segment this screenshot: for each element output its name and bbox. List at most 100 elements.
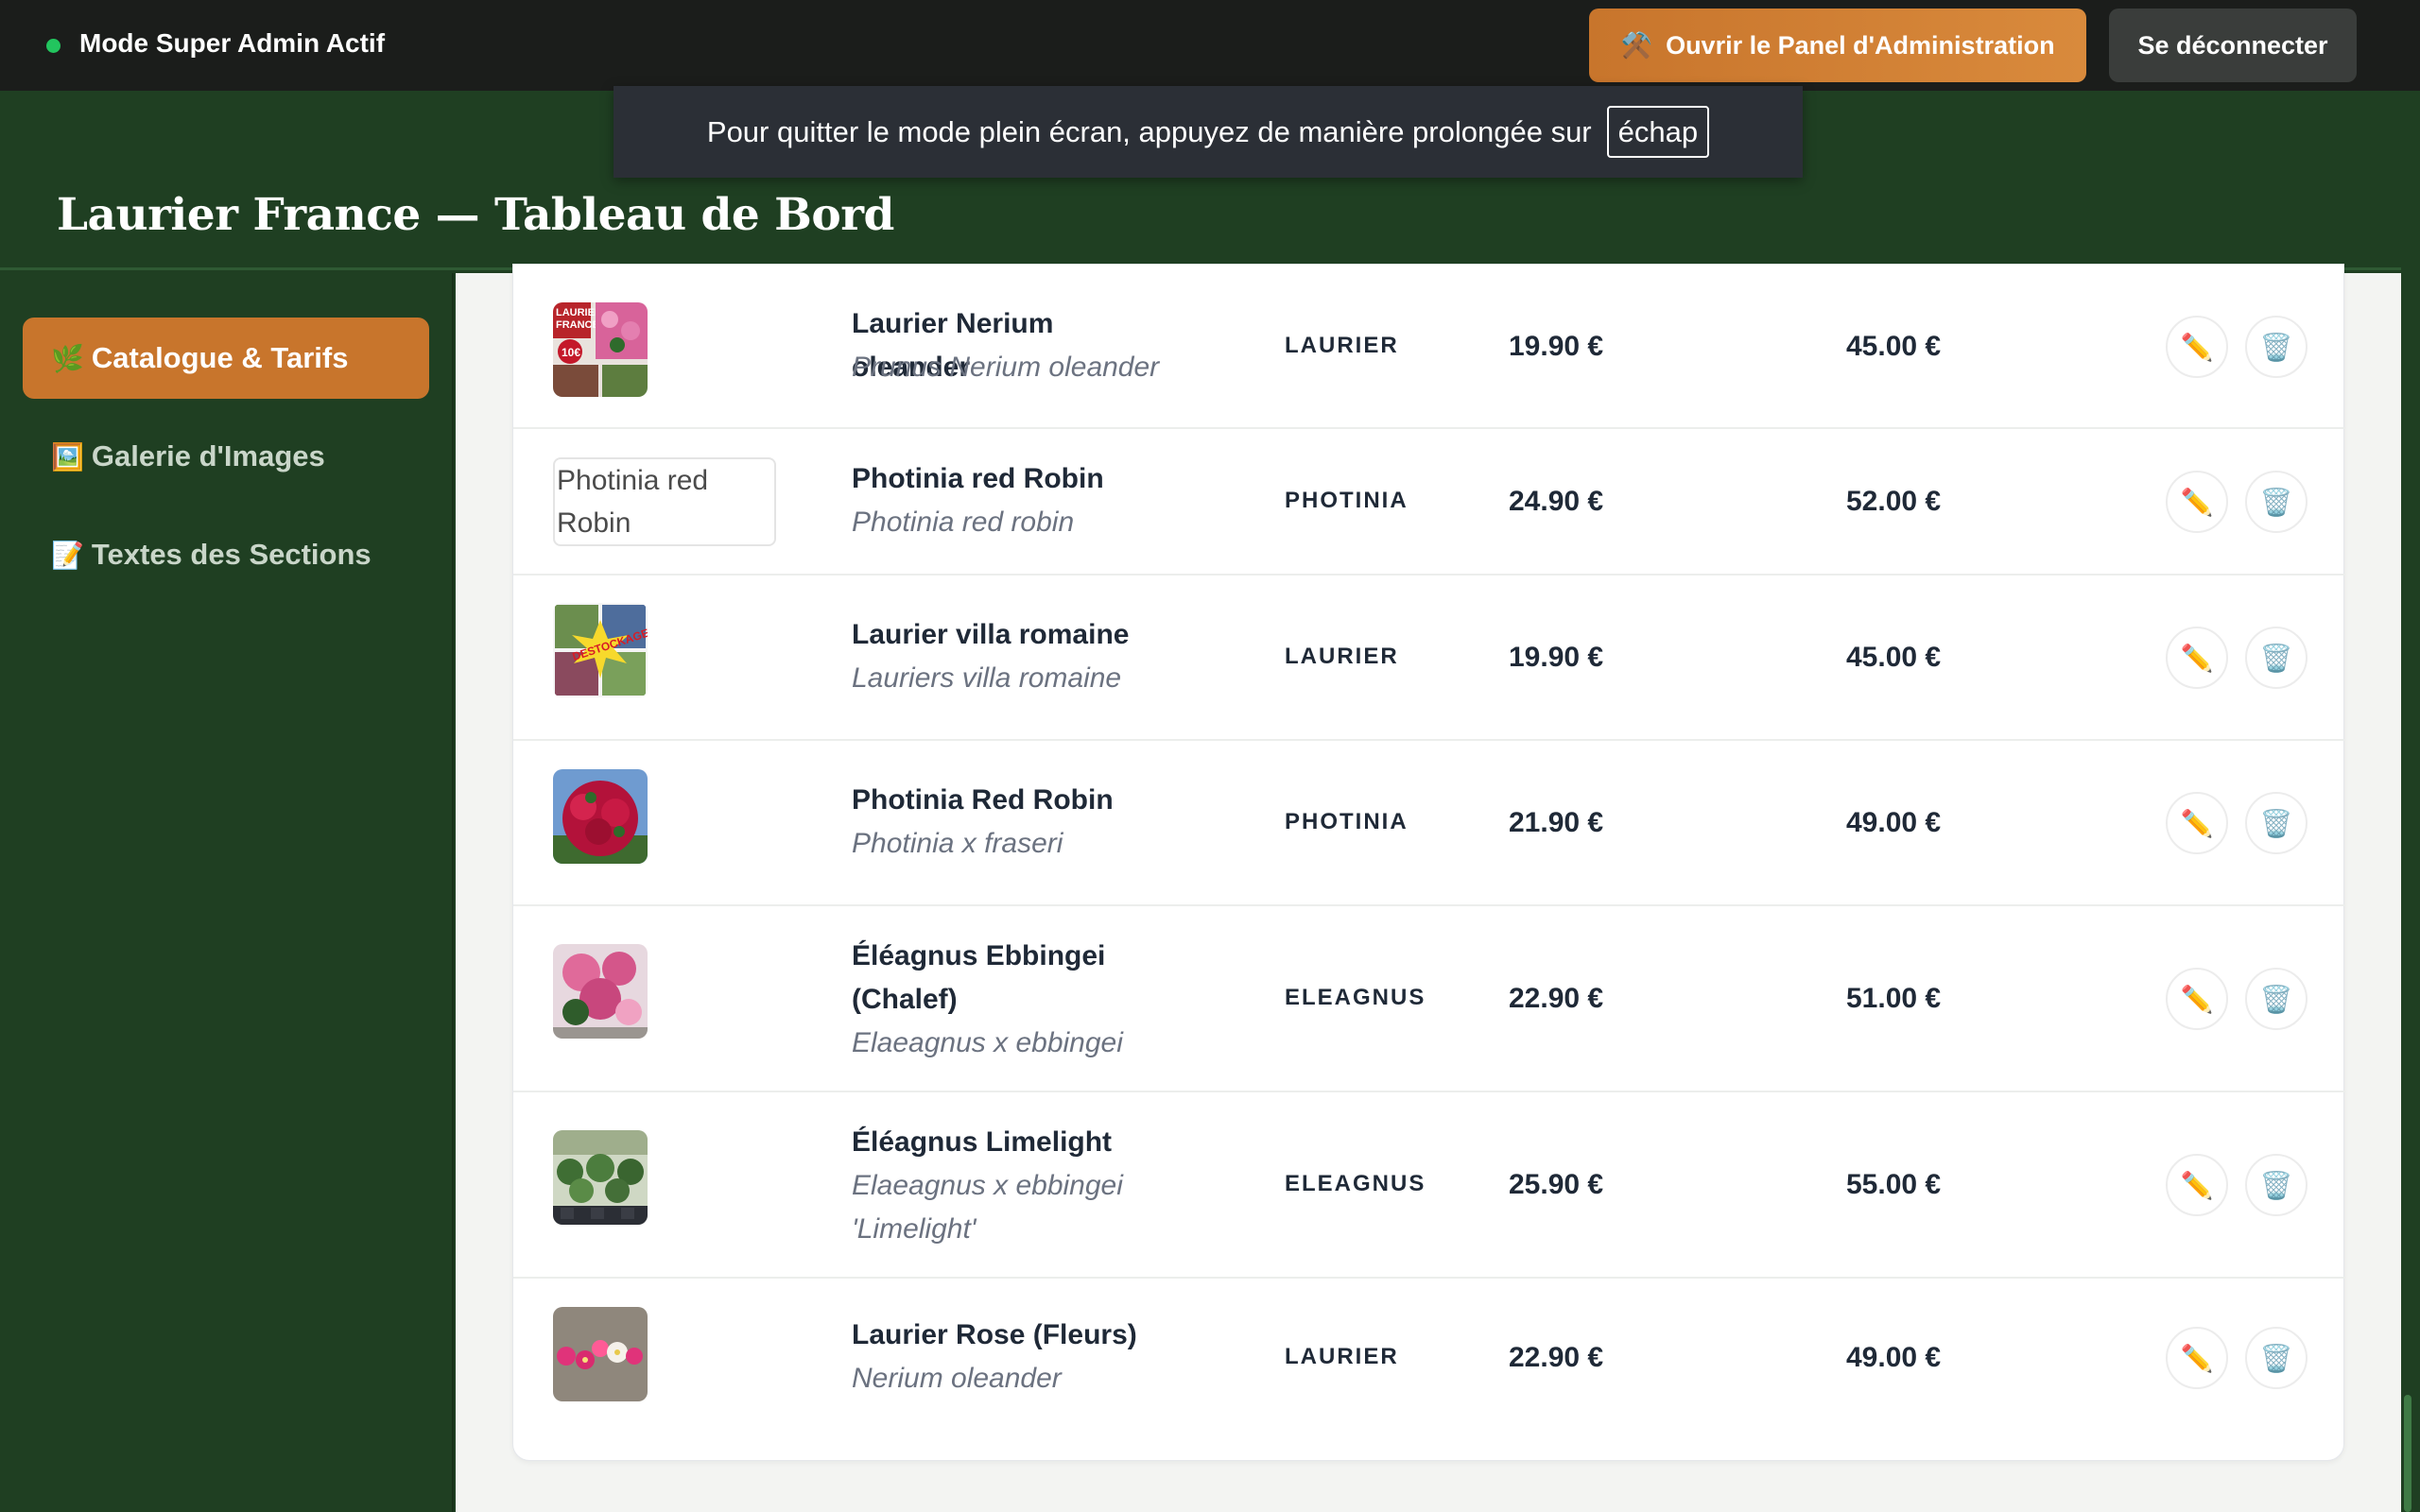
- table-row: Photinia red Robin Photinia red Robin Ph…: [513, 429, 2345, 576]
- product-name: Laurier villa romaine: [852, 619, 1130, 650]
- memo-icon: 📝: [51, 540, 84, 570]
- fullscreen-toast-text: Pour quitter le mode plein écran, appuye…: [706, 114, 1592, 148]
- status-dot: [46, 39, 60, 53]
- pencil-icon: ✏️: [2180, 332, 2214, 362]
- product-table: LAURIER FRANCE 10€ Laurier Nerium oleand…: [512, 264, 2345, 1462]
- edit-button[interactable]: ✏️: [2166, 627, 2228, 689]
- product-category: PHOTINIA: [1285, 488, 1409, 513]
- product-thumbnail: DESTOCKAGE: [553, 603, 648, 697]
- delete-button[interactable]: 🗑️: [2245, 968, 2308, 1030]
- product-price-large: 45.00 €: [1846, 331, 1942, 362]
- product-price-large: 51.00 €: [1846, 983, 1942, 1014]
- main-content: LAURIER FRANCE 10€ Laurier Nerium oleand…: [456, 264, 2401, 1512]
- product-thumbnail: LAURIER FRANCE 10€: [553, 302, 648, 397]
- edit-button[interactable]: ✏️: [2166, 1327, 2228, 1389]
- svg-text:FRANCE: FRANCE: [556, 319, 599, 331]
- product-name: Éléagnus Limelight: [852, 1126, 1113, 1158]
- trash-icon: 🗑️: [2259, 643, 2293, 673]
- edit-button[interactable]: ✏️: [2166, 792, 2228, 854]
- product-latin-name: Prunus Nerium oleander: [852, 352, 1160, 383]
- pencil-icon: ✏️: [2180, 1170, 2214, 1200]
- table-row: DESTOCKAGE Laurier villa romaine Laurier…: [513, 576, 2345, 741]
- product-price-small: 21.90 €: [1509, 807, 1604, 838]
- product-price-small: 19.90 €: [1509, 331, 1604, 362]
- product-price-large: 45.00 €: [1846, 642, 1942, 673]
- product-name: Laurier Rose (Fleurs): [852, 1319, 1137, 1350]
- sidebar-item-catalogue[interactable]: 🌿 Catalogue & Tarifs: [23, 318, 429, 399]
- sidebar-item-label: Textes des Sections: [91, 538, 372, 571]
- sidebar-item-label: Catalogue & Tarifs: [91, 341, 349, 374]
- sidebar-item-texts[interactable]: 📝 Textes des Sections: [23, 514, 429, 595]
- sidebar-item-label: Galerie d'Images: [91, 439, 325, 472]
- page-title: Laurier France — Tableau de Bord: [57, 189, 894, 241]
- table-row: Laurier Rose (Fleurs) Nerium oleander LA…: [513, 1279, 2345, 1462]
- table-row: Éléagnus Limelight Elaeagnus x ebbingei …: [513, 1092, 2345, 1279]
- delete-button[interactable]: 🗑️: [2245, 471, 2308, 533]
- hammer-pick-icon: ⚒️: [1620, 31, 1653, 60]
- product-price-large: 52.00 €: [1846, 486, 1942, 517]
- pencil-icon: ✏️: [2180, 643, 2214, 673]
- edit-button[interactable]: ✏️: [2166, 1154, 2228, 1216]
- broken-image-placeholder: Photinia red Robin: [553, 457, 776, 546]
- product-price-small: 22.90 €: [1509, 983, 1604, 1014]
- delete-button[interactable]: 🗑️: [2245, 316, 2308, 378]
- fullscreen-exit-toast: Pour quitter le mode plein écran, appuye…: [614, 86, 1803, 178]
- delete-button[interactable]: 🗑️: [2245, 792, 2308, 854]
- trash-icon: 🗑️: [2259, 332, 2293, 362]
- product-thumbnail: [553, 944, 648, 1039]
- product-thumbnail: [553, 1130, 648, 1225]
- product-latin-name: Elaeagnus x ebbingei 'Limelight': [852, 1170, 1123, 1245]
- product-latin-name: Lauriers villa romaine: [852, 662, 1122, 694]
- picture-icon: 🖼️: [51, 441, 84, 472]
- escape-key-badge: échap: [1606, 106, 1710, 158]
- product-price-small: 24.90 €: [1509, 486, 1604, 517]
- admin-bar: Mode Super Admin Actif ⚒️ Ouvrir le Pane…: [0, 0, 2420, 91]
- table-row: LAURIER FRANCE 10€ Laurier Nerium oleand…: [513, 265, 2345, 429]
- product-category: LAURIER: [1285, 644, 1399, 669]
- product-category: ELEAGNUS: [1285, 1171, 1426, 1196]
- open-admin-panel-button[interactable]: ⚒️ Ouvrir le Panel d'Administration: [1589, 9, 2086, 82]
- delete-button[interactable]: 🗑️: [2245, 1327, 2308, 1389]
- svg-text:10€: 10€: [562, 346, 580, 359]
- product-name: Photinia red Robin: [852, 463, 1104, 494]
- product-category: LAURIER: [1285, 1344, 1399, 1369]
- product-latin-name: Elaeagnus x ebbingei: [852, 1027, 1123, 1058]
- product-latin-name: Photinia red robin: [852, 507, 1075, 538]
- sidebar: 🌿 Catalogue & Tarifs 🖼️ Galerie d'Images…: [0, 273, 454, 1512]
- product-name: Éléagnus Ebbingei (Chalef): [852, 940, 1106, 1015]
- product-name: Photinia Red Robin: [852, 784, 1114, 816]
- edit-button[interactable]: ✏️: [2166, 968, 2228, 1030]
- product-latin-name: Photinia x fraseri: [852, 828, 1063, 859]
- product-category: PHOTINIA: [1285, 809, 1409, 834]
- svg-text:LAURIER: LAURIER: [556, 307, 602, 318]
- pencil-icon: ✏️: [2180, 808, 2214, 838]
- herb-icon: 🌿: [51, 343, 84, 373]
- pencil-icon: ✏️: [2180, 487, 2214, 517]
- product-latin-name: Nerium oleander: [852, 1363, 1062, 1394]
- pencil-icon: ✏️: [2180, 1343, 2214, 1373]
- trash-icon: 🗑️: [2259, 1170, 2293, 1200]
- edit-button[interactable]: ✏️: [2166, 471, 2228, 533]
- product-price-small: 22.90 €: [1509, 1342, 1604, 1373]
- trash-icon: 🗑️: [2259, 984, 2293, 1014]
- product-price-large: 55.00 €: [1846, 1169, 1942, 1200]
- product-price-large: 49.00 €: [1846, 807, 1942, 838]
- product-price-large: 49.00 €: [1846, 1342, 1942, 1373]
- logout-button[interactable]: Se déconnecter: [2109, 9, 2357, 82]
- admin-mode-label: Mode Super Admin Actif: [79, 28, 386, 58]
- open-admin-panel-label: Ouvrir le Panel d'Administration: [1666, 30, 2055, 60]
- delete-button[interactable]: 🗑️: [2245, 627, 2308, 689]
- scrollbar-thumb[interactable]: [2404, 1395, 2411, 1512]
- delete-button[interactable]: 🗑️: [2245, 1154, 2308, 1216]
- product-price-small: 25.90 €: [1509, 1169, 1604, 1200]
- table-row: Photinia Red Robin Photinia x fraseri PH…: [513, 741, 2345, 906]
- edit-button[interactable]: ✏️: [2166, 316, 2228, 378]
- product-category: ELEAGNUS: [1285, 985, 1426, 1010]
- product-thumbnail: [553, 1307, 648, 1401]
- trash-icon: 🗑️: [2259, 487, 2293, 517]
- sidebar-item-gallery[interactable]: 🖼️ Galerie d'Images: [23, 416, 429, 497]
- table-row: Éléagnus Ebbingei (Chalef) Elaeagnus x e…: [513, 906, 2345, 1092]
- product-category: LAURIER: [1285, 333, 1399, 358]
- trash-icon: 🗑️: [2259, 1343, 2293, 1373]
- product-thumbnail: [553, 769, 648, 864]
